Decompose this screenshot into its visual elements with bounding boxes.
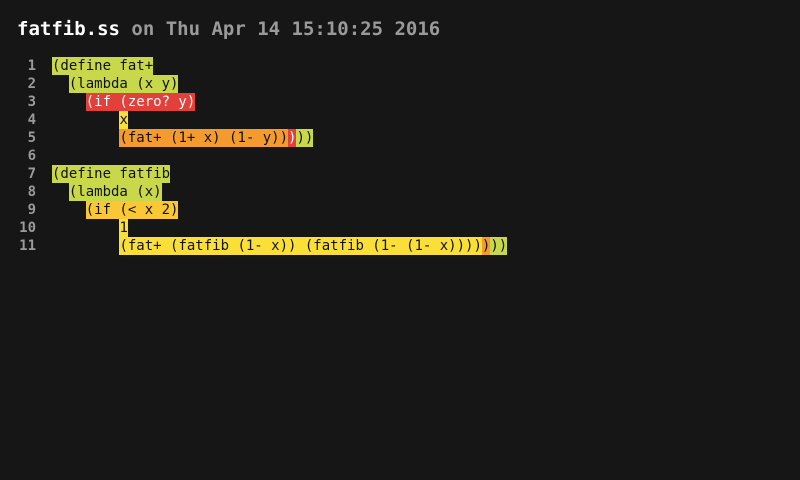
code-token: ) (288, 129, 297, 147)
code-token: )) (296, 129, 314, 147)
line-number: 7 (27, 166, 36, 182)
line-source: (lambda (x) (52, 183, 162, 201)
line-source: (if (zero? y) (52, 93, 196, 111)
code-token: (if (zero? y) (85, 93, 196, 111)
line-source: (fat+ (1+ x) (1- y))))) (52, 129, 314, 147)
line-source: (if (< x 2) (52, 201, 179, 219)
line-number: 4 (27, 112, 36, 128)
line-source: (define fatfib (52, 165, 171, 183)
code-token: x (119, 111, 128, 129)
line-source: x (52, 111, 128, 129)
code-token: (define fatfib (52, 165, 171, 183)
code-token: 1 (119, 219, 128, 237)
line-number: 5 (27, 130, 36, 146)
line-number: 1 (27, 58, 36, 74)
page-title: fatfib.ss on Thu Apr 14 15:10:25 2016 (17, 17, 440, 41)
code-token: (define fat+ (52, 57, 154, 75)
line-number: 11 (19, 238, 36, 254)
code-token: )) (490, 237, 508, 255)
editor-window: fatfib.ss on Thu Apr 14 15:10:25 2016 1(… (0, 0, 800, 480)
line-number: 2 (27, 76, 36, 92)
code-token: (lambda (x y) (68, 75, 179, 93)
line-number: 9 (27, 202, 36, 218)
code-token: (fat+ (1+ x) (1- y)) (119, 129, 289, 147)
line-number: 6 (27, 148, 36, 164)
code-token: (if (< x 2) (85, 201, 179, 219)
code-token: (fat+ (fatfib (1- x)) (fatfib (1- (1- x)… (119, 237, 482, 255)
line-number: 8 (27, 184, 36, 200)
line-number: 10 (19, 220, 36, 236)
timestamp-label: on Thu Apr 14 15:10:25 2016 (119, 18, 441, 40)
line-source: (define fat+ (52, 57, 154, 75)
line-source: (lambda (x y) (52, 75, 179, 93)
code-token: (lambda (x) (68, 183, 162, 201)
line-source: 1 (52, 219, 128, 237)
filename-label: fatfib.ss (17, 18, 120, 40)
code-token: ) (481, 237, 491, 255)
line-source: (fat+ (fatfib (1- x)) (fatfib (1- (1- x)… (52, 237, 508, 255)
line-number: 3 (27, 94, 36, 110)
